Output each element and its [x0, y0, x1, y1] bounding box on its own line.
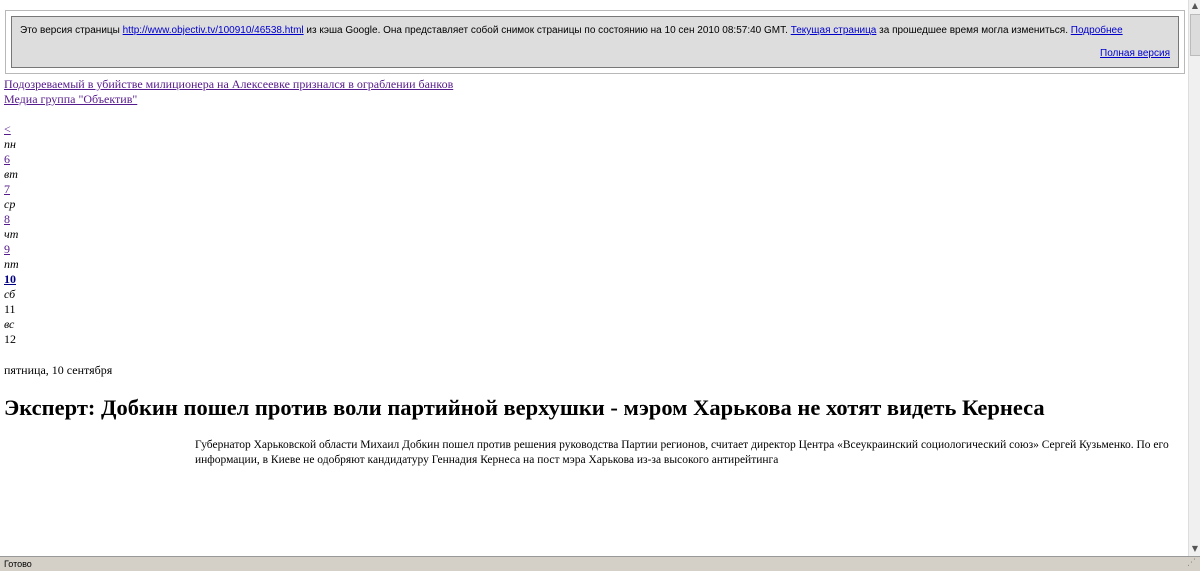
- calendar-current-day-link[interactable]: 10: [4, 272, 16, 286]
- related-news-link[interactable]: Подозреваемый в убийстве милиционера на …: [4, 77, 453, 92]
- calendar-day-text: 11: [4, 302, 16, 316]
- current-page-link[interactable]: Текущая страница: [791, 25, 877, 36]
- weekday-label: ср: [4, 197, 16, 211]
- resize-grip-icon[interactable]: ⋰: [1187, 558, 1198, 569]
- calendar-day-link[interactable]: 6: [4, 152, 10, 166]
- cached-url-link[interactable]: http://www.objectiv.tv/100910/46538.html: [123, 25, 304, 36]
- status-text: Готово: [4, 559, 32, 569]
- scroll-down-icon[interactable]: ▼: [1190, 544, 1200, 554]
- cache-prefix-text: Это версия страницы: [20, 25, 120, 36]
- date-calendar: < пн 6 вт 7 ср 8 чт 9 пт 10 сб 11 вс 12: [4, 122, 19, 347]
- calendar-day-link[interactable]: 8: [4, 212, 10, 226]
- calendar-day-link[interactable]: 7: [4, 182, 10, 196]
- cache-banner-inner: Это версия страницы http://www.objectiv.…: [11, 16, 1179, 68]
- vertical-scrollbar[interactable]: ▲ ▼: [1188, 0, 1200, 556]
- cache-info-line: Это версия страницы http://www.objectiv.…: [20, 25, 1123, 36]
- google-cache-banner: Это версия страницы http://www.objectiv.…: [5, 10, 1185, 74]
- weekday-label: вт: [4, 167, 18, 181]
- scroll-up-icon[interactable]: ▲: [1190, 1, 1200, 11]
- weekday-label: чт: [4, 227, 19, 241]
- top-links: Подозреваемый в убийстве милиционера на …: [4, 77, 453, 107]
- article-headline: Эксперт: Добкин пошел против воли партий…: [4, 395, 1045, 420]
- weekday-label: вс: [4, 317, 15, 331]
- page-viewport: Это версия страницы http://www.objectiv.…: [0, 0, 1188, 556]
- calendar-prev-link[interactable]: <: [4, 122, 11, 136]
- browser-status-bar: Готово ⋰: [0, 556, 1200, 571]
- weekday-label: сб: [4, 287, 16, 301]
- article-lead: Губернатор Харьковской области Михаил До…: [195, 439, 1169, 466]
- scrollbar-thumb[interactable]: [1190, 14, 1200, 56]
- media-group-link[interactable]: Медиа группа "Объектив": [4, 92, 453, 107]
- calendar-day-text: 12: [4, 332, 16, 346]
- more-info-link[interactable]: Подробнее: [1071, 25, 1123, 36]
- cache-after-text: за прошедшее время могла измениться.: [879, 25, 1068, 36]
- cache-middle-text: из кэша Google. Она представляет собой с…: [306, 25, 788, 36]
- weekday-label: пн: [4, 137, 16, 151]
- full-version-link[interactable]: Полная версия: [1100, 48, 1170, 59]
- weekday-label: пт: [4, 257, 19, 271]
- calendar-day-link[interactable]: 9: [4, 242, 10, 256]
- article-date: пятница, 10 сентября: [4, 363, 113, 377]
